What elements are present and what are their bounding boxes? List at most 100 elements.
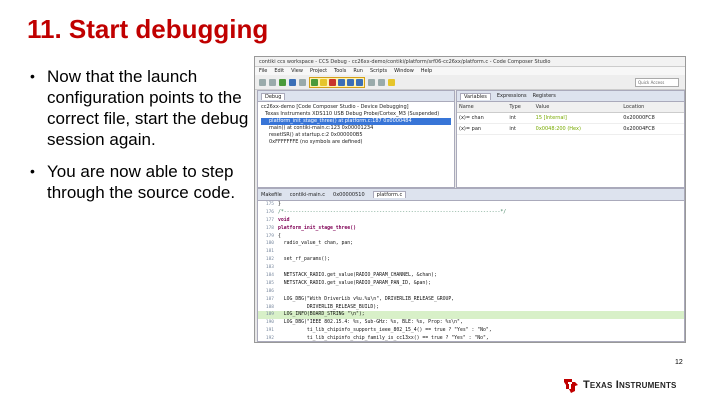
line-number[interactable]: 179 [258, 233, 278, 241]
tab-variables[interactable]: Variables [460, 92, 491, 100]
line-number[interactable]: 177 [258, 217, 278, 225]
suspend-icon[interactable] [320, 78, 327, 86]
tab-contiki-main[interactable]: contiki-main.c [290, 192, 325, 198]
line-number[interactable]: 180 [258, 240, 278, 248]
column-header[interactable]: Type [507, 102, 534, 113]
restart-icon[interactable] [378, 78, 385, 86]
menu-item-tools[interactable]: Tools [334, 68, 346, 74]
code-line[interactable]: 184 NETSTACK_RADIO.get_value(RADIO_PARAM… [258, 272, 684, 280]
tab-registers[interactable]: Registers [533, 93, 556, 99]
step-return-icon[interactable] [356, 78, 363, 86]
line-text: NETSTACK_RADIO.get_value(RADIO_PARAM_PAN… [278, 280, 432, 286]
menu-item-file[interactable]: File [259, 68, 267, 74]
tree-item[interactable]: Texas Instruments XDS110 USB Debug Probe… [261, 111, 451, 118]
menu-item-scripts[interactable]: Scripts [370, 68, 387, 74]
line-number[interactable]: 183 [258, 264, 278, 272]
tab-expressions[interactable]: Expressions [497, 93, 527, 99]
line-number[interactable]: 190 [258, 319, 278, 327]
variables-table: Name Type Value Location (x)= chan int 1… [457, 102, 684, 135]
tree-item[interactable]: 0xFFFFFFFE (no symbols are defined) [261, 139, 451, 146]
line-number[interactable]: 175 [258, 201, 278, 209]
line-number[interactable]: 176 [258, 209, 278, 217]
code-line[interactable]: 181 [258, 248, 684, 256]
code-line[interactable]: 189 LOG_INFO(BOARD_STRING "\n"); [258, 311, 684, 320]
table-row[interactable]: (x)= pan int 0x0048:200 (Hex) 0x20004FC8 [457, 123, 684, 135]
code-line[interactable]: 187 LOG_DBG("With DriverLib v%u.%u\n", D… [258, 296, 684, 304]
tree-item-selected[interactable]: platform_init_stage_three() at platform.… [261, 118, 451, 125]
line-number[interactable]: 184 [258, 272, 278, 280]
line-text: platform_init_stage_three() [278, 225, 356, 231]
line-number[interactable]: 188 [258, 304, 278, 312]
menu-item-project[interactable]: Project [310, 68, 327, 74]
line-text: void [278, 217, 290, 223]
line-text: ti_lib_chipinfo_supports_ieee_802_15_4()… [278, 328, 492, 334]
code-area[interactable]: 175} 176/*-------------------------------… [258, 201, 684, 342]
build-icon[interactable] [289, 78, 296, 86]
code-line[interactable]: 190 LOG_DBG("IEEE 802.15.4: %s, Sub-GHz:… [258, 319, 684, 327]
line-number[interactable]: 186 [258, 288, 278, 296]
step-into-icon[interactable] [338, 78, 345, 86]
menu-item-help[interactable]: Help [421, 68, 432, 74]
connect-icon[interactable] [299, 78, 306, 86]
line-number[interactable]: 181 [258, 248, 278, 256]
code-line[interactable]: 176/*-----------------------------------… [258, 209, 684, 217]
line-text: LOG_DBG("IEEE 802.15.4: %s, Sub-GHz: %s,… [278, 320, 463, 326]
table-cell: (x)= pan [457, 123, 508, 135]
tab-makefile[interactable]: Makefile [261, 192, 282, 198]
quick-access-input[interactable]: Quick Access [635, 78, 679, 87]
resume-icon[interactable] [311, 78, 318, 86]
menu-item-view[interactable]: View [291, 68, 303, 74]
save-icon[interactable] [269, 78, 276, 86]
table-cell[interactable]: 15 [Internal] [533, 112, 622, 124]
new-icon[interactable] [259, 78, 266, 86]
column-header[interactable]: Value [533, 102, 622, 113]
line-number[interactable]: 182 [258, 256, 278, 264]
line-text: DRIVERLIB_RELEASE_BUILD); [278, 304, 380, 310]
step-over-icon[interactable] [347, 78, 354, 86]
line-number[interactable]: 187 [258, 296, 278, 304]
debug-icon[interactable] [279, 78, 286, 86]
code-line[interactable]: 192 ti_lib_chipinfo_chip_family_is_cc13x… [258, 335, 684, 342]
tab-disassembly[interactable]: 0x00000510 [333, 192, 365, 198]
code-line[interactable]: 182 set_rf_params(); [258, 256, 684, 264]
tree-item[interactable]: main() at contiki-main.c:123 0x00001234 [261, 125, 451, 132]
slide-title: 11. Start debugging [27, 14, 269, 44]
ti-logo: Texas Instruments [563, 376, 677, 394]
column-header[interactable]: Location [621, 102, 684, 113]
line-number[interactable]: 192 [258, 335, 278, 342]
tab-debug[interactable]: Debug [261, 92, 286, 100]
code-line[interactable]: 177 void [258, 217, 684, 225]
tree-item[interactable]: cc26xx-demo [Code Composer Studio - Devi… [261, 104, 451, 111]
bullet-list: • Now that the launch configuration point… [30, 66, 255, 214]
tree-item[interactable]: resetISR() at startup.c:2 0x000000B5 [261, 132, 451, 139]
bullet-text: You are now able to step through the sou… [47, 162, 236, 202]
logo-text: Texas Instruments [583, 379, 677, 391]
code-line[interactable]: 188 DRIVERLIB_RELEASE_BUILD); [258, 304, 684, 312]
bullet-text: Now that the launch configuration points… [47, 67, 249, 149]
line-number[interactable]: 191 [258, 327, 278, 335]
column-header[interactable]: Name [457, 102, 508, 113]
menu-item-window[interactable]: Window [394, 68, 414, 74]
ti-logo-icon [564, 379, 578, 393]
line-number[interactable]: 178 [258, 225, 278, 233]
line-number[interactable]: 189 [258, 311, 278, 319]
code-line[interactable]: 185 NETSTACK_RADIO.get_value(RADIO_PARAM… [258, 280, 684, 288]
reset-icon[interactable] [368, 78, 375, 86]
tab-platform-c[interactable]: platform.c [372, 191, 407, 198]
code-line[interactable]: 179{ [258, 233, 684, 241]
table-cell[interactable]: 0x0048:200 (Hex) [533, 123, 622, 135]
menu-item-edit[interactable]: Edit [274, 68, 284, 74]
code-line[interactable]: 186 [258, 288, 684, 296]
code-line[interactable]: 175} [258, 201, 684, 209]
code-line[interactable]: 180 radio_value_t chan, pan; [258, 240, 684, 248]
code-line[interactable]: 183 [258, 264, 684, 272]
line-number[interactable]: 185 [258, 280, 278, 288]
code-line[interactable]: 191 ti_lib_chipinfo_supports_ieee_802_15… [258, 327, 684, 335]
line-text: { [278, 233, 281, 239]
search-icon[interactable] [388, 78, 395, 86]
terminate-icon[interactable] [329, 78, 336, 86]
table-row[interactable]: (x)= chan int 15 [Internal] 0x20000FC8 [457, 112, 684, 124]
line-text: radio_value_t chan, pan; [278, 241, 354, 247]
code-line[interactable]: 178 platform_init_stage_three() [258, 225, 684, 233]
menu-item-run[interactable]: Run [353, 68, 363, 74]
